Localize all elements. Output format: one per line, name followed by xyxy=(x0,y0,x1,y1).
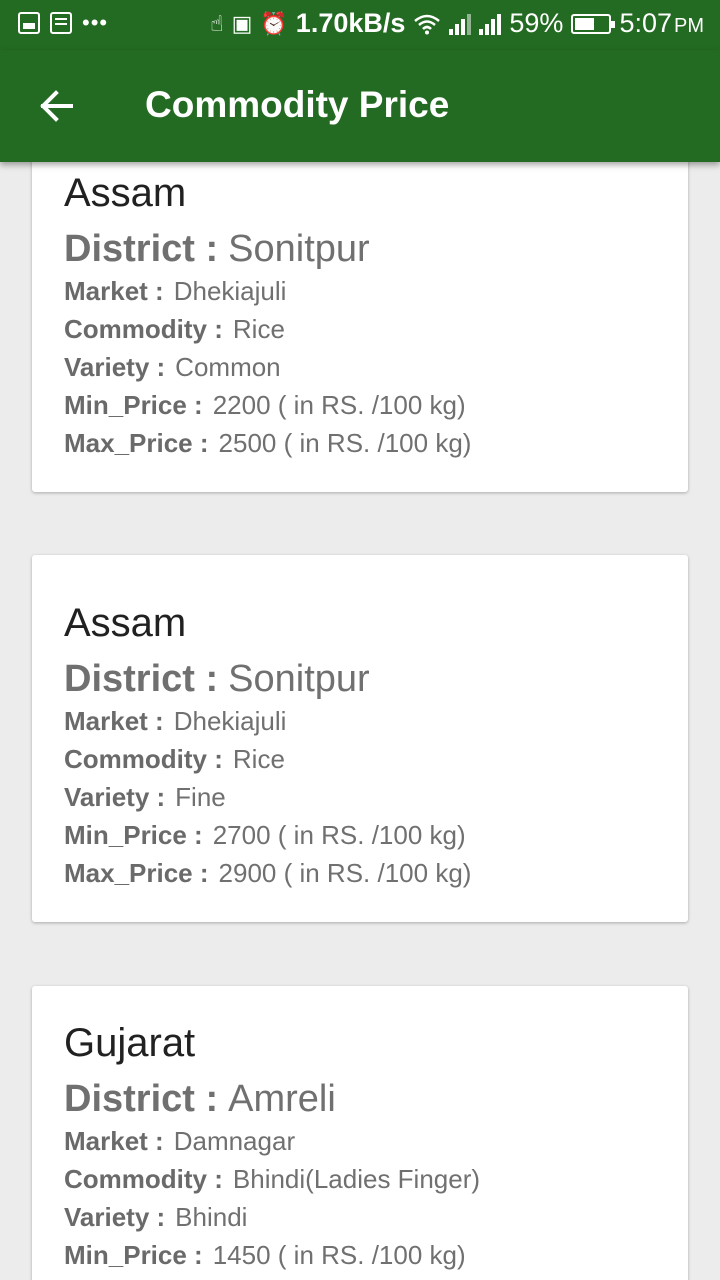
price-card[interactable]: Assam District : Sonitpur Market : Dhekiaj… xyxy=(32,162,688,492)
state-name: Assam xyxy=(64,601,187,645)
district-row: District : Amreli xyxy=(64,1076,664,1122)
district-value: Amreli xyxy=(228,1078,336,1120)
commodity-value: Rice xyxy=(232,744,285,774)
market-value: Damnagar xyxy=(173,1126,296,1156)
variety-row: Variety : Common xyxy=(64,348,664,386)
market-value: Dhekiajuli xyxy=(173,706,287,736)
district-label: District : xyxy=(64,1078,219,1120)
district-label: District : xyxy=(64,658,219,700)
commodity-label: Commodity : xyxy=(64,314,223,344)
commodity-value: Bhindi(Ladies Finger) xyxy=(232,1164,481,1194)
back-button[interactable] xyxy=(26,76,86,136)
min-price-row: Min_Price : 2700 ( in RS. /100 kg) xyxy=(64,816,664,854)
touch-icon: ☝ xyxy=(210,10,224,36)
district-value: Sonitpur xyxy=(228,228,370,270)
card-content: Assam District : Sonitpur Market : Dhekiaj… xyxy=(64,598,664,892)
state-name: Gujarat xyxy=(64,1021,196,1065)
variety-value: Bhindi xyxy=(175,1202,248,1232)
max-price-row: Max_Price : 2900 ( in RS. /100 kg) xyxy=(64,854,664,892)
commodity-row: Commodity : Rice xyxy=(64,310,664,348)
variety-value: Fine xyxy=(175,782,226,812)
commodity-label: Commodity : xyxy=(64,744,223,774)
notification-icons: ••• xyxy=(18,12,108,34)
battery-icon xyxy=(571,13,616,34)
price-card[interactable]: Assam District : Sonitpur Market : Dhekiaj… xyxy=(32,555,688,922)
market-label: Market : xyxy=(64,276,164,306)
variety-row: Variety : Fine xyxy=(64,778,664,816)
market-row: Market : Dhekiajuli xyxy=(64,702,664,740)
market-label: Market : xyxy=(64,1126,164,1156)
variety-row: Variety : Bhindi xyxy=(64,1198,664,1236)
status-bar: ••• ☝ ▣ ⏰ 1.70kB/s 59% 5:07 PM xyxy=(0,0,720,50)
signal-sim1-icon xyxy=(449,13,472,35)
market-label: Market : xyxy=(64,706,164,736)
district-row: District : Sonitpur xyxy=(64,656,664,702)
message-notification-icon xyxy=(50,12,72,34)
more-notifications-icon: ••• xyxy=(82,10,109,35)
market-row: Market : Dhekiajuli xyxy=(64,272,664,310)
district-row: District : Sonitpur xyxy=(64,226,664,272)
variety-label: Variety : xyxy=(64,782,166,812)
min-price-label: Min_Price : xyxy=(64,1240,203,1270)
commodity-label: Commodity : xyxy=(64,1164,223,1194)
max-price-label: Max_Price : xyxy=(64,428,209,458)
min-price-label: Min_Price : xyxy=(64,390,203,420)
min-price-value: 1450 ( in RS. /100 kg) xyxy=(212,1240,466,1270)
price-card[interactable]: Gujarat District : Amreli Market : Damnaga… xyxy=(32,986,688,1280)
min-price-row: Min_Price : 2200 ( in RS. /100 kg) xyxy=(64,386,664,424)
min-price-row: Min_Price : 1450 ( in RS. /100 kg) xyxy=(64,1236,664,1274)
variety-label: Variety : xyxy=(64,1202,166,1232)
battery-fill xyxy=(575,17,595,30)
max-price-row: Max_Price : 2500 ( in RS. /100 kg) xyxy=(64,424,664,462)
signal-sim2-icon xyxy=(479,13,502,35)
battery-percent: 59% xyxy=(509,8,564,38)
district-label: District : xyxy=(64,228,219,270)
district-value: Sonitpur xyxy=(228,658,370,700)
clock-suffix: PM xyxy=(674,15,704,37)
commodity-value: Rice xyxy=(232,314,285,344)
alarm-icon: ⏰ xyxy=(260,10,288,36)
arrow-back-icon xyxy=(40,90,73,122)
min-price-value: 2700 ( in RS. /100 kg) xyxy=(212,820,466,850)
market-row: Market : Damnagar xyxy=(64,1122,664,1160)
card-content: Assam District : Sonitpur Market : Dhekiaj… xyxy=(64,168,664,462)
max-price-value: 2500 ( in RS. /100 kg) xyxy=(218,428,472,458)
variety-value: Common xyxy=(175,352,281,382)
max-price-label: Max_Price : xyxy=(64,858,209,888)
app-bar: Commodity Price xyxy=(0,50,720,162)
commodity-price-list[interactable]: Assam District : Sonitpur Market : Dhekiaj… xyxy=(0,162,720,1280)
variety-label: Variety : xyxy=(64,352,166,382)
min-price-label: Min_Price : xyxy=(64,820,203,850)
max-price-value: 2900 ( in RS. /100 kg) xyxy=(218,858,472,888)
commodity-row: Commodity : Rice xyxy=(64,740,664,778)
card-content: Gujarat District : Amreli Market : Damnaga… xyxy=(64,1018,664,1274)
gallery-notification-icon xyxy=(18,12,40,34)
page-title: Commodity Price xyxy=(145,84,450,125)
clock: 5:07 PM xyxy=(619,8,704,39)
wifi-icon xyxy=(414,14,441,34)
network-speed: 1.70kB/s xyxy=(295,8,406,38)
min-price-value: 2200 ( in RS. /100 kg) xyxy=(212,390,466,420)
market-value: Dhekiajuli xyxy=(173,276,287,306)
commodity-row: Commodity : Bhindi(Ladies Finger) xyxy=(64,1160,664,1198)
system-indicators: ☝ ▣ ⏰ 1.70kB/s 59% 5:07 PM xyxy=(210,8,704,39)
screen-lock-icon: ▣ xyxy=(231,10,253,36)
state-name: Assam xyxy=(64,171,187,215)
clock-time: 5:07 xyxy=(619,8,672,38)
